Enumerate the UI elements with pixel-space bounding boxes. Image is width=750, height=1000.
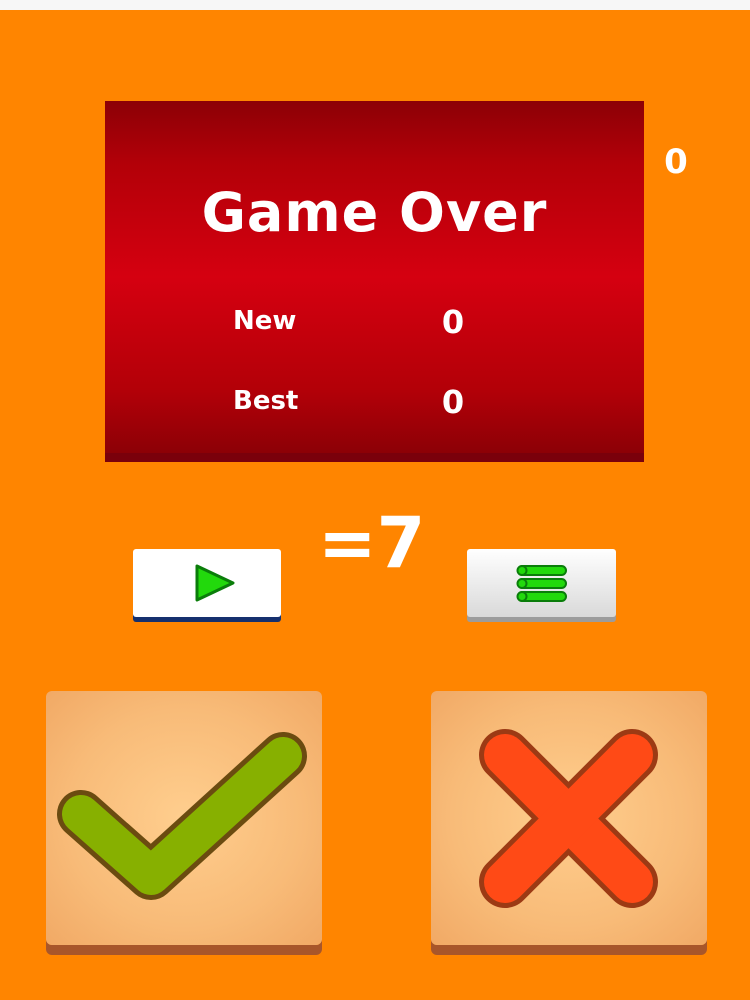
equation-display: =7: [318, 502, 426, 584]
checkmark-icon: [57, 732, 307, 900]
play-button[interactable]: [133, 549, 281, 617]
cross-icon: [479, 729, 658, 908]
menu-button[interactable]: [467, 549, 616, 617]
game-over-panel: Game Over New 0 Best 0: [105, 101, 644, 453]
best-score-label: Best: [233, 386, 299, 416]
new-score-value: 0: [441, 303, 465, 341]
list-icon: [516, 565, 567, 602]
current-score: 0: [664, 142, 688, 182]
no-answer-button[interactable]: [431, 691, 707, 945]
top-status-strip: [0, 0, 750, 10]
best-score-value: 0: [441, 383, 465, 421]
play-icon: [195, 564, 235, 602]
game-over-title: Game Over: [201, 181, 548, 244]
new-score-label: New: [233, 306, 297, 336]
yes-answer-button[interactable]: [46, 691, 322, 945]
